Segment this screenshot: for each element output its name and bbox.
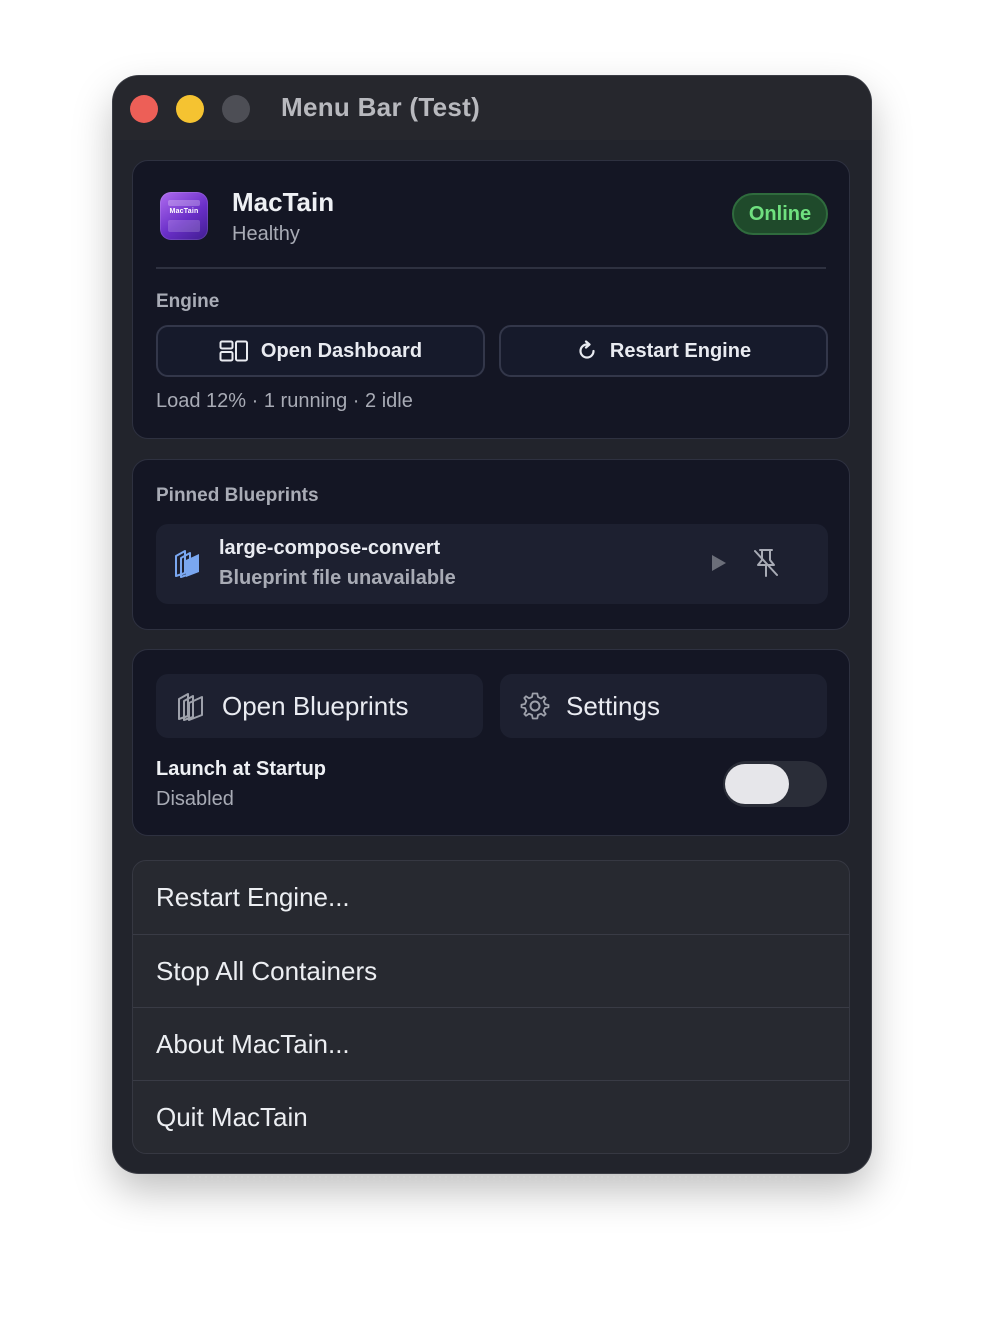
- menu-bar-window: Menu Bar (Test) MacTain MacTain Healthy …: [113, 76, 871, 1173]
- zoom-window-button[interactable]: [222, 95, 250, 123]
- title-bar: Menu Bar (Test): [113, 76, 871, 140]
- launch-at-startup-label: Launch at Startup: [156, 758, 327, 780]
- pinned-section-label: Pinned Blueprints: [156, 485, 319, 506]
- gear-icon: [520, 692, 550, 720]
- blueprint-stack-icon: [175, 550, 199, 578]
- divider: [156, 267, 826, 269]
- window-title: Menu Bar (Test): [281, 92, 481, 122]
- pinned-blueprints-card: Pinned Blueprints large-compose-convert …: [132, 459, 850, 630]
- close-window-button[interactable]: [130, 95, 158, 123]
- engine-card: MacTain MacTain Healthy Online Engine Op…: [132, 160, 850, 439]
- app-health: Healthy: [232, 223, 300, 245]
- play-icon[interactable]: [709, 552, 729, 574]
- window-shadow: [185, 1175, 805, 1181]
- app-logo-icon: MacTain: [160, 192, 208, 240]
- menu-item-stop-all-containers[interactable]: Stop All Containers: [133, 934, 849, 1007]
- app-name: MacTain: [232, 187, 335, 217]
- refresh-icon: [579, 340, 595, 359]
- engine-load-summary: Load 12% · 1 running · 2 idle: [156, 390, 413, 412]
- menu-list: Restart Engine... Stop All Containers Ab…: [132, 860, 850, 1154]
- settings-button[interactable]: Settings: [500, 674, 827, 738]
- restart-engine-label: Restart Engine: [609, 339, 752, 362]
- menu-item-restart-engine[interactable]: Restart Engine...: [133, 861, 849, 934]
- dashboard-icon: [219, 340, 248, 362]
- open-dashboard-button[interactable]: Open Dashboard: [156, 325, 485, 377]
- launch-at-startup-status: Disabled: [156, 788, 234, 810]
- unpin-icon[interactable]: [751, 547, 781, 579]
- open-blueprints-button[interactable]: Open Blueprints: [156, 674, 483, 738]
- actions-card: Open Blueprints Settings Launch at Start…: [132, 649, 850, 836]
- blueprint-subtitle: Blueprint file unavailable: [219, 567, 456, 589]
- open-dashboard-label: Open Dashboard: [260, 339, 423, 362]
- engine-section-label: Engine: [156, 291, 220, 312]
- status-badge: Online: [732, 193, 828, 235]
- menu-item-quit[interactable]: Quit MacTain: [133, 1080, 849, 1153]
- minimize-window-button[interactable]: [176, 95, 204, 123]
- toggle-knob: [725, 764, 789, 804]
- launch-at-startup-toggle[interactable]: [723, 761, 827, 807]
- settings-label: Settings: [566, 690, 660, 721]
- open-blueprints-label: Open Blueprints: [222, 690, 409, 721]
- list-item[interactable]: large-compose-convert Blueprint file una…: [156, 524, 828, 604]
- blueprints-icon: [178, 693, 203, 721]
- restart-engine-button[interactable]: Restart Engine: [499, 325, 828, 377]
- blueprint-name: large-compose-convert: [219, 537, 441, 559]
- menu-item-about[interactable]: About MacTain...: [133, 1007, 849, 1080]
